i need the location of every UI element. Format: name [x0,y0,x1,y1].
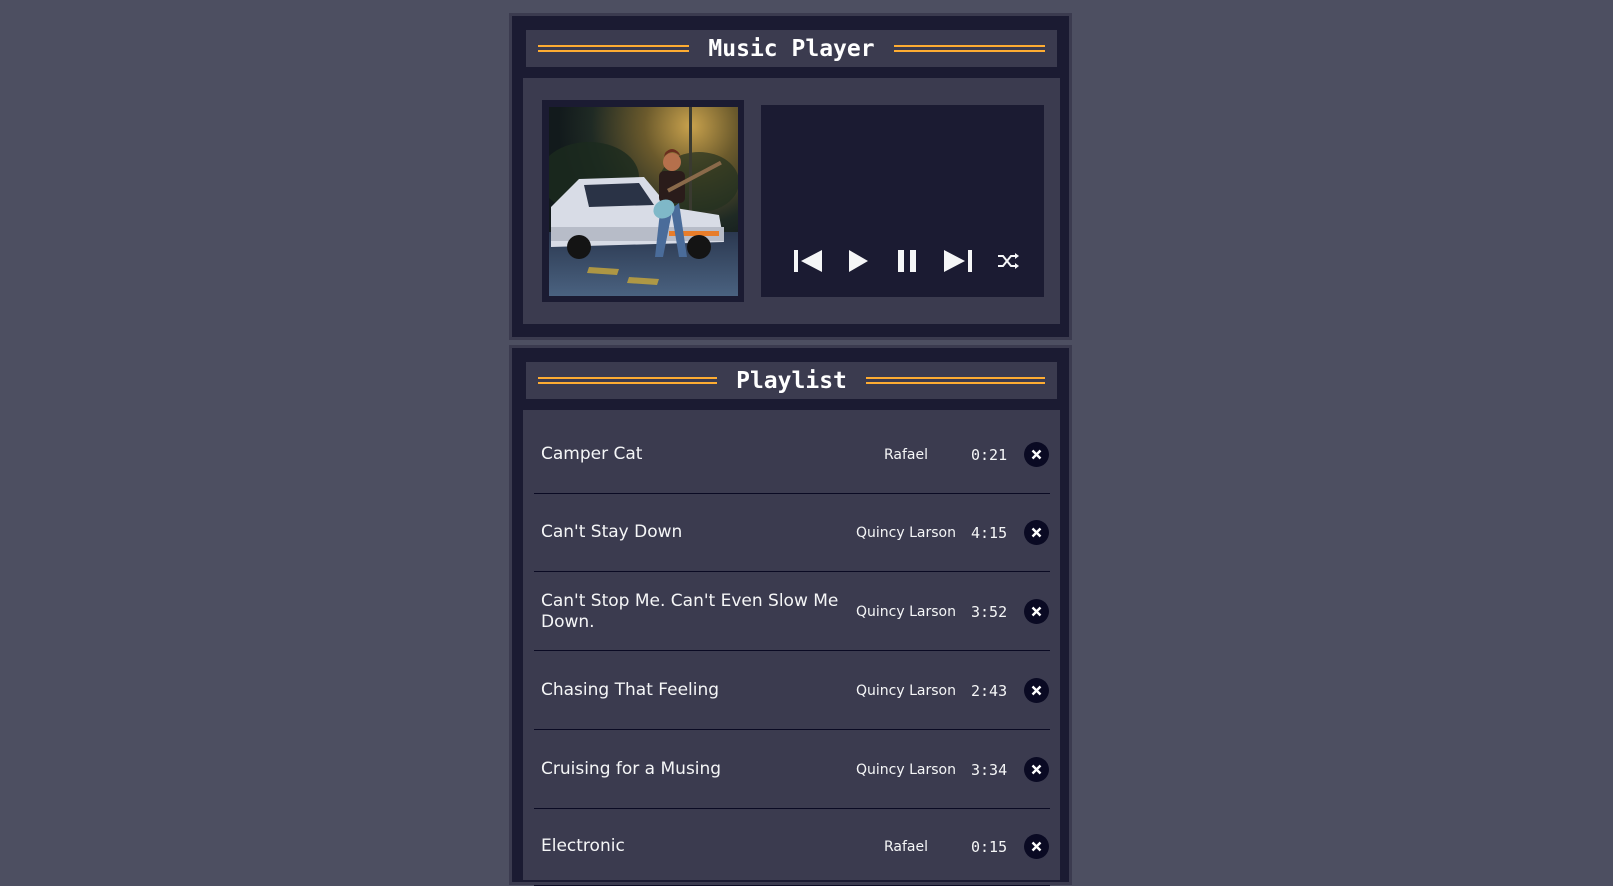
song-title: Chasing That Feeling [541,680,720,700]
player-content [523,78,1060,324]
next-button[interactable] [938,245,978,277]
song-artist: Quincy Larson [856,603,956,620]
close-icon [1031,841,1042,852]
title-decoration-left [538,45,690,52]
player-title-bar: Music Player [526,30,1057,67]
delete-song-button[interactable] [1024,442,1049,467]
skip-next-icon [944,250,972,272]
close-icon [1031,606,1042,617]
title-decoration-left [538,377,718,384]
play-button[interactable] [838,245,878,277]
song-artist: Quincy Larson [856,682,956,699]
shuffle-icon [998,253,1019,269]
album-cover-illustration [549,107,738,296]
previous-button[interactable] [788,245,828,277]
pause-icon [898,250,916,272]
playlist-song[interactable]: Electronic Rafael 0:15 [534,808,1050,886]
song-title: Camper Cat [541,444,643,464]
delete-song-button[interactable] [1024,834,1049,859]
playlist-songs: Camper Cat Rafael 0:21 Can't Stay Down Q… [523,410,1060,886]
playlist-panel: Playlist Camper Cat Rafael 0:21 Can't St… [509,345,1072,886]
delete-song-button[interactable] [1024,599,1049,624]
player-controls-box [761,105,1044,297]
delete-song-button[interactable] [1024,520,1049,545]
close-icon [1031,685,1042,696]
song-duration: 2:43 [971,681,1008,700]
song-duration: 0:21 [971,445,1008,464]
title-decoration-right [893,45,1046,52]
song-artist: Quincy Larson [856,524,956,541]
playlist-song[interactable]: Chasing That Feeling Quincy Larson 2:43 [534,652,1050,730]
playlist-song[interactable]: Can't Stop Me. Can't Even Slow Me Down. … [534,573,1050,651]
play-icon [849,250,868,272]
close-icon [1031,449,1042,460]
song-duration: 3:34 [971,760,1008,779]
song-duration: 4:15 [971,523,1008,542]
playlist-song[interactable]: Camper Cat Rafael 0:21 [534,416,1050,494]
player-title: Music Player [708,35,875,62]
skip-previous-icon [794,250,822,272]
song-title: Cruising for a Musing [541,759,722,779]
playlist-title: Playlist [736,367,847,394]
close-icon [1031,527,1042,538]
delete-song-button[interactable] [1024,678,1049,703]
song-artist: Rafael [883,446,928,463]
song-title: Can't Stop Me. Can't Even Slow Me Down. [541,590,839,632]
player-controls [788,245,1038,277]
song-artist: Rafael [883,838,928,855]
song-duration: 3:52 [971,602,1008,621]
pause-button[interactable] [888,245,928,277]
player-panel: Music Player [509,13,1072,340]
song-duration: 0:15 [971,837,1008,856]
delete-song-button[interactable] [1024,757,1049,782]
playlist-song[interactable]: Can't Stay Down Quincy Larson 4:15 [534,494,1050,572]
song-title: Can't Stay Down [541,522,683,542]
song-title: Electronic [541,836,625,856]
album-art-frame [542,100,744,302]
close-icon [1031,764,1042,775]
playlist-song[interactable]: Cruising for a Musing Quincy Larson 3:34 [534,731,1050,809]
title-decoration-right [865,377,1045,384]
shuffle-button[interactable] [988,245,1028,277]
playlist-title-bar: Playlist [526,362,1057,399]
song-artist: Quincy Larson [856,761,956,778]
